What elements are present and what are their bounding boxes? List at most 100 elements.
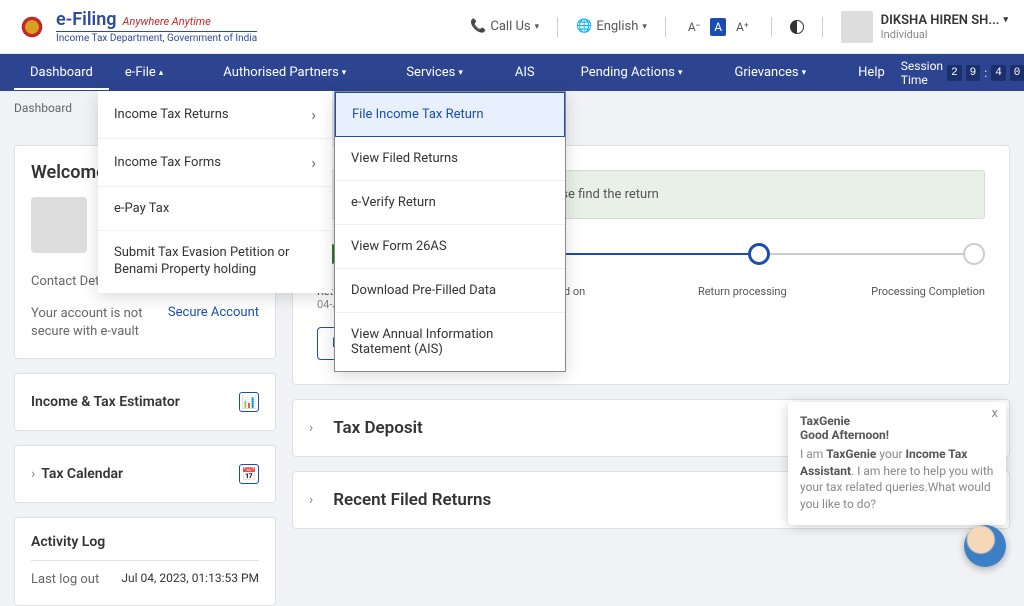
emblem-icon — [16, 11, 48, 43]
divider — [771, 17, 772, 37]
vault-message: Your account is not secure with e-vault — [31, 305, 151, 341]
step-completion-icon — [963, 243, 985, 265]
chevron-right-icon: › — [309, 420, 313, 436]
language-dropdown[interactable]: 🌐 English ▾ — [576, 19, 647, 34]
menu-label: View Annual Information Statement (AIS) — [351, 327, 549, 357]
efile-menu-epay-tax[interactable]: e-Pay Tax — [98, 187, 332, 231]
chevron-down-icon: ▾ — [458, 68, 463, 78]
progress-line — [770, 253, 963, 255]
time-digit: 0 — [1010, 65, 1024, 81]
services-menu-form26as[interactable]: View Form 26AS — [335, 225, 565, 269]
tax-calendar-panel[interactable]: › Tax Calendar 📅 — [14, 445, 276, 503]
nav-authorised[interactable]: Authorised Partners ▾ — [207, 55, 362, 90]
section-title: Tax Deposit — [333, 418, 423, 438]
font-normal-button[interactable]: A — [710, 18, 726, 36]
chevron-up-icon: ▴ — [159, 68, 164, 78]
menu-label: View Filed Returns — [351, 151, 458, 166]
chevron-down-icon: ▾ — [802, 68, 807, 78]
chat-title: TaxGenie — [800, 414, 994, 428]
top-bar: e-Filing Anywhere Anytime Income Tax Dep… — [0, 0, 1024, 54]
chat-popup: x TaxGenie Good Afternoon! I am TaxGenie… — [788, 402, 1006, 525]
session-label: Session Time — [901, 59, 943, 87]
activity-title: Activity Log — [31, 534, 259, 561]
chevron-right-icon: › — [309, 492, 313, 508]
chevron-down-icon: ▾ — [642, 22, 647, 32]
lastlog-label: Last log out — [31, 571, 99, 589]
contrast-toggle-icon[interactable] — [790, 20, 804, 34]
nav-authorised-label: Authorised Partners — [223, 65, 339, 80]
session-timer: Session Time 2 9: 4 0 — [901, 59, 1024, 87]
menu-label: Download Pre-Filled Data — [351, 283, 496, 298]
nav-services[interactable]: Services ▾ — [390, 55, 479, 90]
breadcrumb-item[interactable]: Dashboard — [14, 101, 72, 115]
nav-efile-label: e-File — [125, 65, 156, 80]
chat-body: I am TaxGenie your Income Tax Assistant.… — [800, 446, 994, 513]
chat-text: I am — [800, 447, 826, 461]
chat-text: your — [876, 447, 905, 461]
nav-services-label: Services — [406, 65, 455, 80]
services-dropdown: File Income Tax Return View Filed Return… — [334, 91, 566, 372]
user-menu[interactable]: DIKSHA HIREN SH... ▾ Individual — [841, 11, 1008, 43]
chevron-right-icon: › — [311, 105, 316, 124]
menu-label: File Income Tax Return — [352, 107, 484, 122]
activity-log-card: Activity Log Last log out Jul 04, 2023, … — [14, 517, 276, 606]
brand-dept: Income Tax Department, Government of Ind… — [56, 31, 257, 44]
services-menu-prefilled[interactable]: Download Pre-Filled Data — [335, 269, 565, 313]
logo-text: e-Filing Anywhere Anytime Income Tax Dep… — [56, 9, 257, 44]
menu-label: Income Tax Forms — [114, 155, 221, 170]
services-menu-file-itr[interactable]: File Income Tax Return — [335, 92, 565, 137]
nav-help[interactable]: Help — [842, 55, 901, 90]
divider — [665, 17, 666, 37]
user-name-label: DIKSHA HIREN SH... — [881, 13, 1000, 28]
logo-area: e-Filing Anywhere Anytime Income Tax Dep… — [16, 9, 470, 44]
efile-menu-tax-evasion[interactable]: Submit Tax Evasion Petition or Benami Pr… — [98, 231, 332, 293]
income-tax-estimator-panel[interactable]: Income & Tax Estimator 📊 — [14, 373, 276, 431]
services-menu-everify[interactable]: e-Verify Return — [335, 181, 565, 225]
services-menu-view-filed[interactable]: View Filed Returns — [335, 137, 565, 181]
nav-efile[interactable]: e-File ▴ — [109, 55, 179, 90]
chevron-down-icon: ▾ — [678, 68, 683, 78]
call-us-dropdown[interactable]: 📞 Call Us ▾ — [470, 19, 539, 34]
brand-name: e-Filing — [56, 9, 117, 30]
font-increase-button[interactable]: A⁺ — [732, 18, 753, 36]
efile-menu-income-tax-forms[interactable]: Income Tax Forms› — [98, 139, 332, 187]
step-label: Return processing — [682, 285, 802, 298]
phone-icon: 📞 — [470, 19, 486, 34]
chat-greeting: Good Afternoon! — [800, 428, 994, 442]
nav-pending-label: Pending Actions — [581, 65, 675, 80]
user-info: DIKSHA HIREN SH... ▾ Individual — [881, 13, 1008, 41]
step-processing-icon — [748, 243, 770, 265]
chevron-down-icon: ▾ — [342, 68, 347, 78]
nav-dashboard[interactable]: Dashboard — [14, 55, 109, 90]
close-icon[interactable]: x — [992, 406, 998, 421]
chevron-down-icon: ▾ — [535, 22, 540, 32]
font-decrease-button[interactable]: A⁻ — [684, 18, 704, 36]
chat-fab-button[interactable] — [964, 525, 1006, 567]
nav-bar: Dashboard e-File ▴ Authorised Partners ▾… — [0, 54, 1024, 91]
time-digit: 4 — [991, 65, 1006, 81]
divider — [822, 17, 823, 37]
step-label: Processing Completion — [865, 285, 985, 298]
menu-label: View Form 26AS — [351, 239, 447, 254]
efile-menu-income-tax-returns[interactable]: Income Tax Returns› — [98, 91, 332, 139]
menu-label: Submit Tax Evasion Petition or Benami Pr… — [114, 245, 316, 279]
nav-ais[interactable]: AIS — [499, 55, 551, 90]
services-menu-ais[interactable]: View Annual Information Statement (AIS) — [335, 313, 565, 371]
secure-account-link[interactable]: Secure Account — [168, 305, 259, 341]
font-size-controls: A⁻ A A⁺ — [684, 18, 753, 36]
brand-sub: Anywhere Anytime — [122, 15, 210, 28]
chevron-right-icon: › — [31, 466, 35, 482]
nav-pending[interactable]: Pending Actions ▾ — [565, 55, 699, 90]
panel-title: Income & Tax Estimator — [31, 394, 180, 410]
avatar-icon — [841, 11, 873, 43]
top-actions: 📞 Call Us ▾ 🌐 English ▾ A⁻ A A⁺ DIKSHA H… — [470, 11, 1008, 43]
lastlog-value: Jul 04, 2023, 01:13:53 PM — [121, 571, 259, 589]
avatar-icon — [31, 197, 87, 253]
time-digit: 9 — [966, 65, 981, 81]
nav-grievances[interactable]: Grievances ▾ — [719, 55, 823, 90]
progress-line — [554, 253, 747, 255]
user-type-label: Individual — [881, 28, 1008, 41]
calculator-icon: 📊 — [239, 392, 259, 412]
divider — [557, 17, 558, 37]
language-label: English — [596, 19, 638, 34]
